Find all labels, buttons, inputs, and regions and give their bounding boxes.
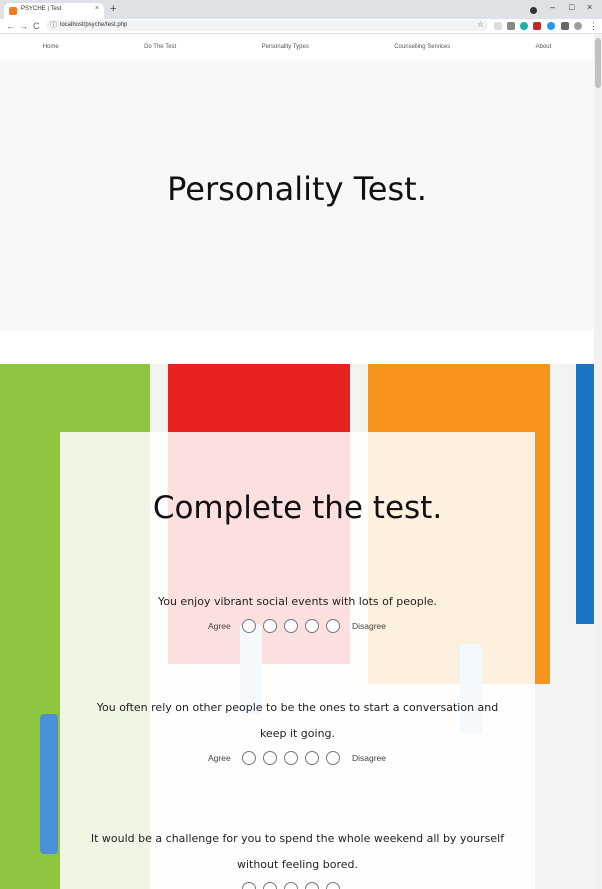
answer-radio[interactable]	[284, 619, 298, 633]
answer-radio[interactable]	[284, 882, 298, 889]
nav-personality-types[interactable]: Personality Types	[262, 44, 309, 50]
extension-icon[interactable]	[547, 22, 555, 30]
browser-profile-icon[interactable]	[530, 7, 537, 14]
address-bar[interactable]: ⓘ localhost/psyche/test.php ☆	[46, 20, 488, 31]
extensions-puzzle-icon[interactable]	[561, 22, 569, 30]
extension-icon[interactable]	[507, 22, 515, 30]
bookmark-star-icon[interactable]: ☆	[477, 20, 484, 30]
page: Home Do The Test Personality Types Couns…	[0, 34, 594, 889]
nav-home[interactable]: Home	[43, 44, 59, 50]
profile-avatar[interactable]	[574, 22, 582, 30]
nav-about[interactable]: About	[536, 44, 552, 50]
answer-scale: Agree Disagree	[60, 751, 535, 767]
test-card: Complete the test. You enjoy vibrant soc…	[60, 432, 535, 889]
close-window-button[interactable]: ×	[587, 2, 592, 12]
page-scrollbar[interactable]	[594, 34, 602, 889]
answer-radio[interactable]	[242, 751, 256, 765]
extension-icon[interactable]	[494, 22, 502, 30]
nav-counselling-services[interactable]: Counselling Services	[394, 44, 450, 50]
answer-radio[interactable]	[242, 619, 256, 633]
answer-radio[interactable]	[242, 882, 256, 889]
browser-menu-icon[interactable]: ⋮	[589, 19, 598, 33]
site-info-icon[interactable]: ⓘ	[50, 21, 57, 30]
new-tab-button[interactable]: +	[110, 3, 116, 15]
question-text: It would be a challenge for you to spend…	[90, 832, 505, 871]
disagree-label: Disagree	[352, 621, 387, 631]
answer-radio[interactable]	[305, 751, 319, 765]
question-text: You often rely on other people to be the…	[96, 701, 499, 740]
test-heading: Complete the test.	[152, 490, 443, 526]
scrollbar-thumb[interactable]	[595, 38, 601, 88]
extension-icon[interactable]	[520, 22, 528, 30]
page-title: Personality Test.	[167, 170, 427, 208]
address-url[interactable]: localhost/psyche/test.php	[60, 21, 127, 30]
reload-icon[interactable]: C	[33, 19, 40, 33]
minimize-window-button[interactable]: –	[550, 2, 555, 12]
answer-radio[interactable]	[305, 619, 319, 633]
roller-handle	[40, 714, 58, 854]
answer-scale	[60, 882, 535, 889]
forward-arrow-icon[interactable]: →	[19, 19, 28, 33]
agree-label: Agree	[208, 753, 231, 763]
answer-radio[interactable]	[263, 882, 277, 889]
blue-paint-stripe	[576, 364, 594, 624]
answer-radio[interactable]	[326, 751, 340, 765]
answer-radio[interactable]	[263, 751, 277, 765]
browser-toolbar: ← → C ⓘ localhost/psyche/test.php ☆ ⋮	[0, 19, 602, 34]
browser-tab[interactable]: PSYCHE | Test ×	[4, 3, 104, 19]
tab-title: PSYCHE | Test	[21, 6, 62, 12]
site-nav: Home Do The Test Personality Types Couns…	[0, 34, 594, 60]
answer-radio[interactable]	[326, 619, 340, 633]
disagree-label: Disagree	[352, 753, 387, 763]
answer-scale: Agree Disagree	[60, 619, 535, 635]
maximize-window-button[interactable]: □	[569, 2, 574, 12]
question-text: You enjoy vibrant social events with lot…	[157, 595, 438, 608]
nav-do-the-test[interactable]: Do The Test	[144, 44, 176, 50]
extension-icon[interactable]	[533, 22, 541, 30]
answer-radio[interactable]	[284, 751, 298, 765]
browser-titlebar: PSYCHE | Test × + – □ ×	[0, 0, 602, 19]
answer-radio[interactable]	[305, 882, 319, 889]
answer-radio[interactable]	[263, 619, 277, 633]
tab-close-icon[interactable]: ×	[95, 5, 99, 12]
site-favicon-icon	[9, 7, 17, 15]
back-arrow-icon[interactable]: ←	[6, 19, 15, 33]
agree-label: Agree	[208, 621, 231, 631]
answer-radio[interactable]	[326, 882, 340, 889]
hero-section: Personality Test.	[0, 60, 594, 330]
